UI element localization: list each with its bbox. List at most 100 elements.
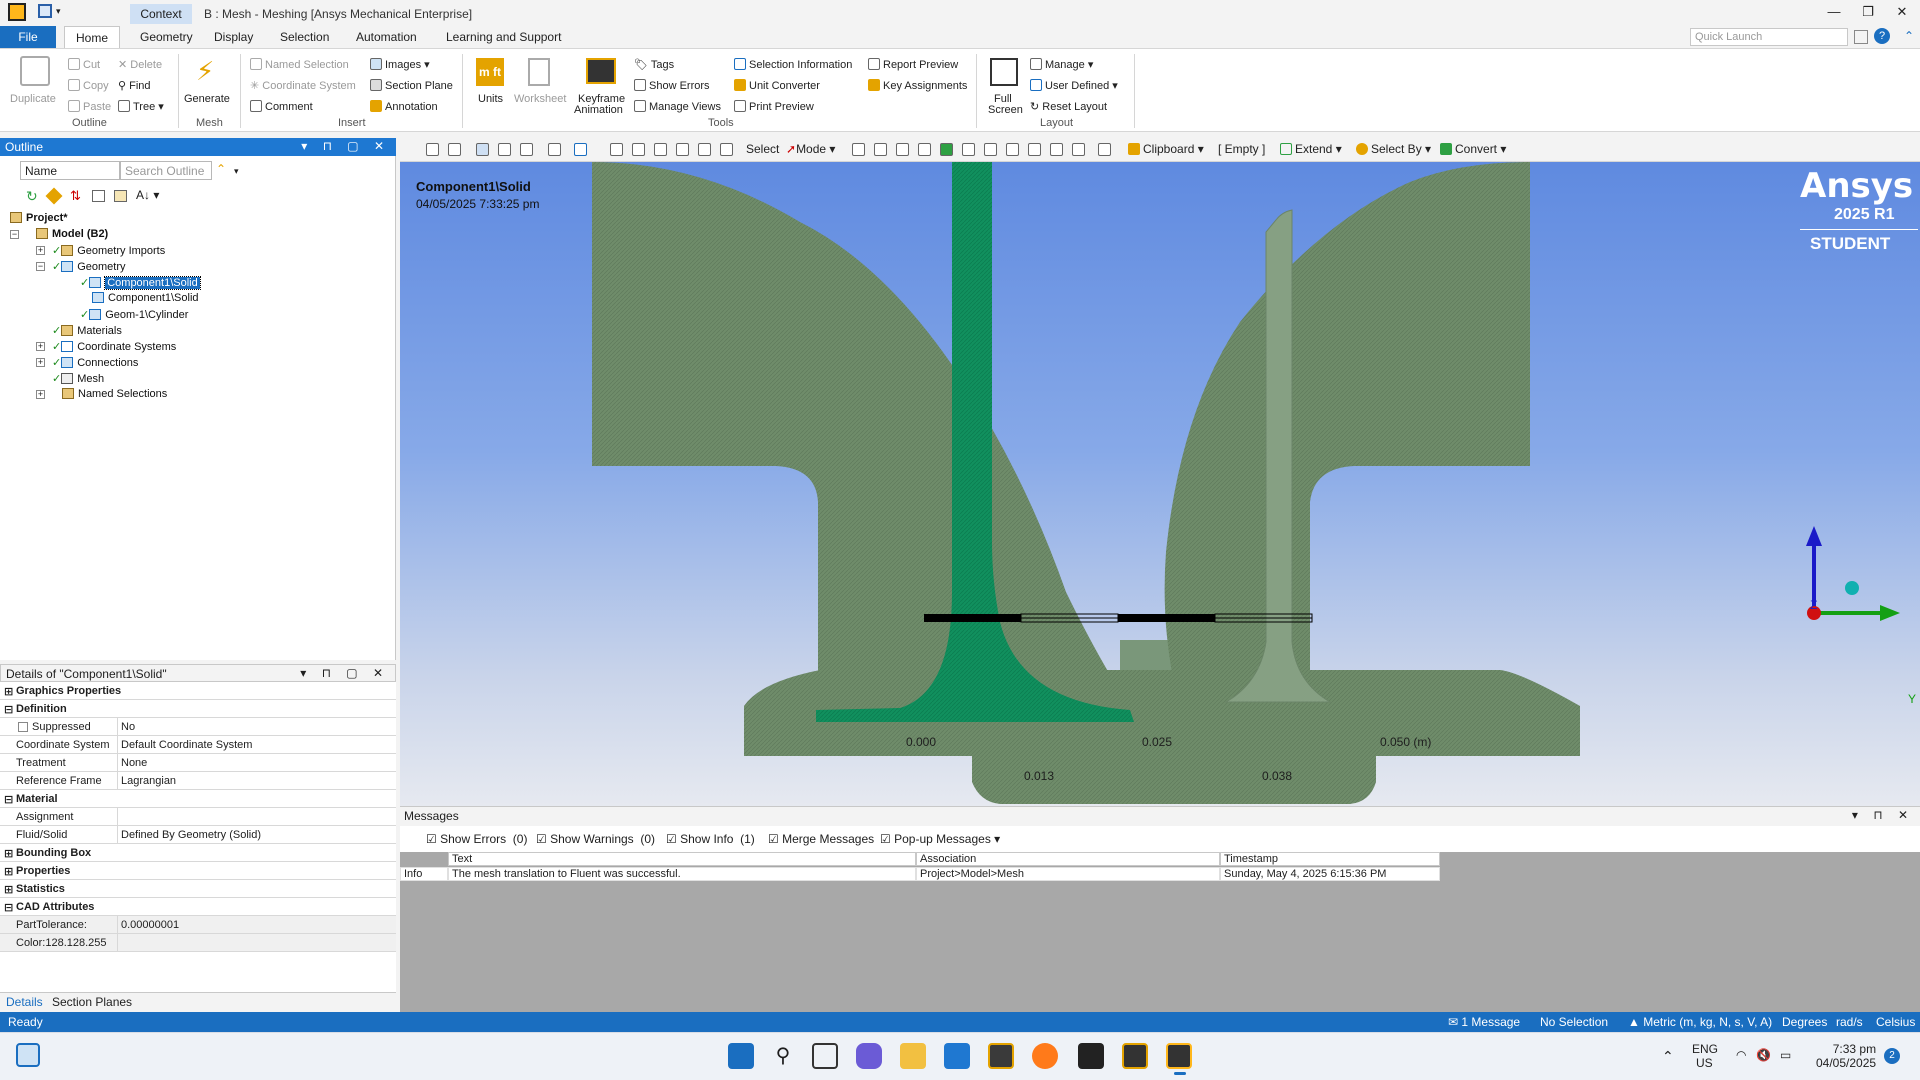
tab-file[interactable]: File (0, 26, 56, 48)
details-row-part-tolerance[interactable]: PartTolerance: 0.00000001 (0, 916, 396, 934)
show-hidden-icons[interactable]: ⌃ (1662, 1048, 1674, 1065)
select-body-icon[interactable] (918, 143, 931, 156)
keyframe-animation-icon[interactable] (586, 58, 616, 84)
box-zoom-icon[interactable] (654, 143, 667, 156)
generate-lightning-icon[interactable]: ⚡ (196, 56, 214, 87)
details-row-fluid-solid[interactable]: Fluid/Solid Defined By Geometry (Solid) (0, 826, 396, 844)
tree-node-named-selections[interactable]: Named Selections (62, 388, 167, 400)
tree-node-project[interactable]: Project* (10, 212, 68, 224)
panel-controls[interactable]: ▾ ⊓ ▢ ✕ (300, 666, 389, 680)
tree-node-connections[interactable]: ✓ Connections (52, 356, 138, 369)
refresh-icon[interactable]: ↻ (26, 188, 38, 205)
tree-node-materials[interactable]: ✓ Materials (52, 324, 122, 337)
close-button[interactable]: ✕ (1892, 4, 1912, 20)
worksheet-icon[interactable] (528, 58, 550, 86)
paste-button[interactable]: Paste (68, 100, 111, 113)
notifications-badge[interactable]: 2 (1884, 1048, 1900, 1064)
teams-chat-icon[interactable] (856, 1043, 882, 1069)
clock[interactable]: 7:33 pm 04/05/2025 (1816, 1042, 1876, 1070)
start-windows-icon[interactable] (728, 1043, 754, 1069)
print-preview-button[interactable]: Print Preview (734, 100, 814, 113)
column-header-timestamp[interactable]: Timestamp (1220, 852, 1440, 866)
tree-collapse-toggle[interactable]: − (10, 230, 19, 239)
clipboard-button[interactable]: Clipboard ▾ (1128, 142, 1204, 156)
show-info-toggle[interactable]: ☑ Show Info (1) (666, 832, 755, 846)
details-row-reference-frame[interactable]: Reference Frame Lagrangian (0, 772, 396, 790)
details-row-treatment[interactable]: Treatment None (0, 754, 396, 772)
select-node-icon[interactable] (940, 143, 953, 156)
message-text[interactable]: The mesh translation to Fluent was succe… (448, 867, 916, 881)
details-section-definition[interactable]: ⊟ Definition (0, 700, 396, 718)
tab-selection[interactable]: Selection (274, 26, 335, 48)
tree-node-coordinate-systems[interactable]: ✓ Coordinate Systems (52, 340, 176, 353)
save-icon[interactable] (38, 4, 52, 18)
select-element-face-icon[interactable] (962, 143, 975, 156)
edges-view-icon[interactable] (520, 143, 533, 156)
expand-all-icon[interactable] (92, 190, 105, 202)
popup-messages-toggle[interactable]: ☑ Pop-up Messages ▾ (880, 832, 1000, 846)
details-row-assignment[interactable]: Assignment (0, 808, 396, 826)
select-edge-icon[interactable] (874, 143, 887, 156)
file-explorer-icon[interactable] (900, 1043, 926, 1069)
user-defined-button[interactable]: User Defined ▾ (1030, 79, 1118, 92)
tab-section-planes[interactable]: Section Planes (52, 995, 132, 1009)
tab-learning-support[interactable]: Learning and Support (440, 26, 567, 48)
duplicate-button[interactable] (20, 56, 50, 86)
delete-button[interactable]: ✕ Delete (118, 58, 162, 71)
units-button[interactable]: Units (478, 93, 503, 105)
select-by-button[interactable]: Select By ▾ (1356, 142, 1431, 156)
details-row-color[interactable]: Color:128.128.255 (0, 934, 396, 952)
details-section-bounding-box[interactable]: ⊞ Bounding Box (0, 844, 396, 862)
mode-button[interactable]: ➚Mode ▾ (786, 142, 835, 156)
details-row-suppressed[interactable]: Suppressed No (0, 718, 396, 736)
annotation-button[interactable]: Annotation (370, 100, 438, 113)
key-assignments-button[interactable]: Key Assignments (868, 79, 967, 92)
images-button[interactable]: Images ▾ (370, 58, 430, 71)
select-chain-icon[interactable] (1072, 143, 1085, 156)
collapse-all-icon[interactable] (114, 190, 127, 202)
tree-node-mesh[interactable]: ✓ Mesh (52, 372, 104, 385)
quick-launch-input[interactable]: Quick Launch (1690, 28, 1848, 46)
pan-icon[interactable] (610, 143, 623, 156)
search-outline-input[interactable]: Search Outline (120, 161, 212, 180)
generate-button[interactable]: Generate (184, 93, 230, 105)
tags-button[interactable]: 🏷 Tags (634, 58, 674, 71)
tree-expand-toggle[interactable]: + (36, 358, 45, 367)
worksheet-button[interactable]: Worksheet (514, 93, 566, 105)
rotate-icon[interactable] (574, 143, 587, 156)
volume-muted-icon[interactable]: 🔇 (1756, 1048, 1771, 1062)
select-mesh-icon[interactable] (1006, 143, 1019, 156)
workbench-app-icon[interactable] (988, 1043, 1014, 1069)
convert-button[interactable]: Convert ▾ (1440, 142, 1506, 156)
select-button[interactable]: Select (746, 142, 779, 156)
tree-node-model[interactable]: Model (B2) (36, 228, 108, 240)
tree-expand-toggle[interactable]: + (36, 390, 45, 399)
details-section-cad-attributes[interactable]: ⊟ CAD Attributes (0, 898, 396, 916)
status-degrees[interactable]: Degrees (1782, 1015, 1827, 1029)
cut-button[interactable]: Cut (68, 58, 100, 71)
ansys-app-icon[interactable] (8, 3, 26, 21)
language-indicator[interactable]: ENG US (1692, 1042, 1718, 1070)
wireframe-view-icon[interactable] (498, 143, 511, 156)
probe-icon[interactable] (1098, 143, 1111, 156)
details-section-material[interactable]: ⊟ Material (0, 790, 396, 808)
context-tab[interactable]: Context (130, 4, 192, 24)
panel-controls[interactable]: ▾ ⊓ ✕ (1852, 808, 1914, 822)
sort-icon[interactable]: ⇅ (70, 188, 81, 204)
triad-isometric-ball[interactable] (1845, 581, 1859, 595)
show-warnings-toggle[interactable]: ☑ Show Warnings (0) (536, 832, 655, 846)
tree-node-geom-cylinder[interactable]: ✓ Geom-1\Cylinder (80, 308, 188, 321)
copy-button[interactable]: Copy (68, 79, 109, 92)
terminal-icon[interactable] (1078, 1043, 1104, 1069)
graphics-viewport[interactable] (400, 162, 1920, 806)
tree-node-geometry[interactable]: ✓ Geometry (52, 260, 126, 273)
battery-icon[interactable]: ▭ (1780, 1048, 1791, 1062)
comment-button[interactable]: Comment (250, 100, 313, 113)
reset-layout-button[interactable]: ↻ Reset Layout (1030, 100, 1107, 113)
units-icon[interactable]: m ft (476, 58, 504, 86)
tab-display[interactable]: Display (208, 26, 259, 48)
manage-button[interactable]: Manage ▾ (1030, 58, 1093, 71)
column-header-text[interactable]: Text (448, 852, 916, 866)
status-messages[interactable]: ✉ 1 Message (1448, 1015, 1520, 1029)
full-screen-icon[interactable] (990, 58, 1018, 86)
